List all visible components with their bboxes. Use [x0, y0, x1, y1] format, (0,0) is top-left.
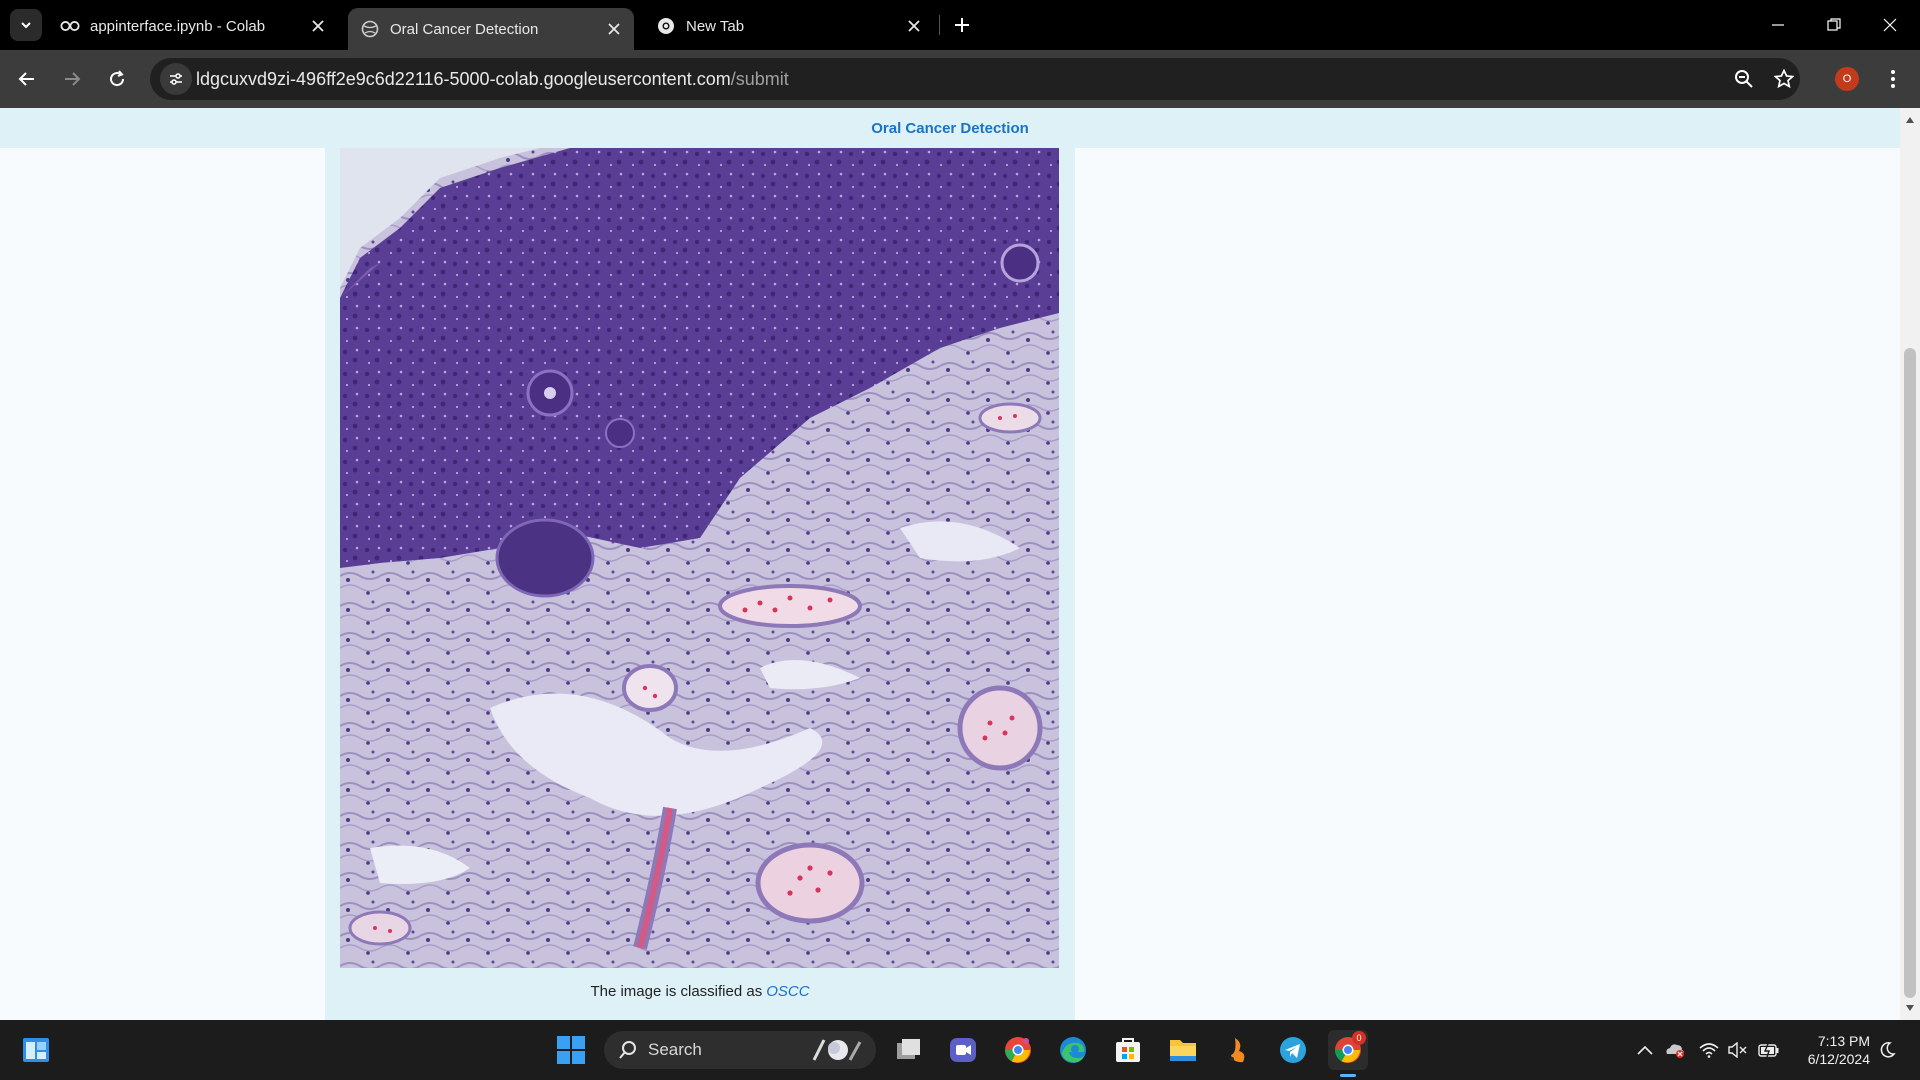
profile-avatar[interactable]: O — [1835, 67, 1859, 91]
tune-icon — [170, 73, 182, 85]
task-view-button[interactable] — [888, 1030, 928, 1070]
more-vert-icon — [1891, 70, 1895, 88]
plus-icon — [955, 18, 969, 32]
reload-icon — [110, 70, 125, 87]
close-icon[interactable] — [602, 17, 626, 41]
histopathology-image — [340, 148, 1059, 968]
tab-oral-cancer-detection[interactable]: Oral Cancer Detection — [348, 8, 634, 50]
chrome-canary-button[interactable] — [998, 1030, 1038, 1070]
battery-charging-icon — [1758, 1043, 1779, 1058]
start-button[interactable] — [551, 1030, 591, 1070]
bookmark-button[interactable] — [1768, 63, 1800, 95]
file-explorer-icon — [1170, 1040, 1196, 1061]
edge-icon — [1060, 1037, 1086, 1063]
site-info-button[interactable] — [160, 63, 192, 95]
scroll-up-arrow[interactable] — [1904, 114, 1916, 126]
pinned-app-button[interactable] — [1218, 1030, 1258, 1070]
tab-title: Oral Cancer Detection — [390, 20, 539, 38]
chrome-button[interactable]: 0 — [1328, 1030, 1368, 1070]
close-icon — [1883, 18, 1897, 32]
zoom-button[interactable] — [1728, 63, 1760, 95]
teams-button[interactable] — [943, 1030, 983, 1070]
arrow-left-icon — [18, 72, 34, 86]
teams-icon — [950, 1038, 976, 1062]
globe-icon — [360, 19, 380, 39]
windows-start-icon — [557, 1036, 585, 1064]
colab-icon — [60, 16, 80, 36]
url-host: ldgcuxvd9zi-496ff2e9c6d22116-5000-colab.… — [196, 69, 731, 89]
widgets-icon — [23, 1038, 49, 1062]
system-clock[interactable]: 7:13 PM 6/12/2024 — [1790, 1032, 1870, 1068]
scroll-down-arrow[interactable] — [1904, 1002, 1916, 1014]
tab-separator — [939, 15, 940, 35]
classification-result: The image is classified as OSCC — [325, 983, 1075, 1000]
restore-icon — [1827, 18, 1841, 31]
page-scrollbar[interactable] — [1900, 108, 1920, 1020]
page-header: Oral Cancer Detection — [0, 108, 1900, 148]
page-title: Oral Cancer Detection — [871, 119, 1029, 137]
widgets-button[interactable] — [16, 1030, 56, 1070]
tab-title: appinterface.ipynb - Colab — [90, 17, 266, 35]
tab-title: New Tab — [686, 17, 745, 35]
edge-button[interactable] — [1053, 1030, 1093, 1070]
volume-button[interactable] — [1726, 1039, 1748, 1061]
star-icon — [1774, 69, 1794, 89]
focus-button[interactable] — [1876, 1039, 1898, 1061]
caption-text: The image is classified as — [590, 983, 763, 1000]
chrome-icon — [656, 16, 676, 36]
battery-button[interactable] — [1758, 1039, 1780, 1061]
app-icon — [1230, 1038, 1245, 1063]
onedrive-tray-button[interactable] — [1664, 1039, 1686, 1061]
chevron-down-icon — [21, 22, 31, 29]
zoom-out-icon — [1735, 70, 1753, 88]
moon-icon — [1880, 1042, 1896, 1058]
menu-button[interactable] — [1876, 62, 1910, 96]
taskbar-search[interactable]: Search — [604, 1031, 876, 1069]
address-bar[interactable]: ldgcuxvd9zi-496ff2e9c6d22116-5000-colab.… — [150, 58, 1800, 100]
tab-colab[interactable]: appinterface.ipynb - Colab — [48, 8, 338, 44]
volume-muted-icon — [1728, 1042, 1747, 1058]
task-view-icon — [897, 1039, 920, 1059]
tab-new-tab[interactable]: New Tab — [644, 8, 934, 44]
chrome-canary-icon — [1004, 1037, 1031, 1063]
minimize-icon — [1772, 24, 1784, 26]
scrollbar-thumb[interactable] — [1904, 348, 1916, 998]
url-text[interactable]: ldgcuxvd9zi-496ff2e9c6d22116-5000-colab.… — [196, 69, 789, 90]
wifi-icon — [1699, 1043, 1719, 1058]
browser-toolbar: ldgcuxvd9zi-496ff2e9c6d22116-5000-colab.… — [0, 50, 1920, 108]
web-page: Oral Cancer Detection The image is class… — [0, 108, 1900, 1020]
back-button[interactable] — [10, 62, 44, 96]
show-hidden-icons-button[interactable] — [1634, 1039, 1656, 1061]
chevron-up-icon — [1637, 1045, 1653, 1055]
wifi-button[interactable] — [1698, 1039, 1720, 1061]
telegram-button[interactable] — [1273, 1030, 1313, 1070]
store-button[interactable] — [1108, 1030, 1148, 1070]
tab-search-button[interactable] — [10, 9, 42, 41]
telegram-icon — [1280, 1037, 1306, 1063]
close-icon[interactable] — [902, 14, 926, 38]
search-label: Search — [648, 1040, 702, 1059]
reload-button[interactable] — [100, 62, 134, 96]
search-icon — [619, 1041, 636, 1059]
forward-button[interactable] — [55, 62, 89, 96]
minimize-button[interactable] — [1750, 0, 1806, 50]
close-icon[interactable] — [306, 14, 330, 38]
tab-strip: appinterface.ipynb - Colab Oral Cancer D… — [0, 0, 1920, 50]
file-explorer-button[interactable] — [1163, 1030, 1203, 1070]
clock-date: 6/12/2024 — [1807, 1051, 1870, 1067]
window-close-button[interactable] — [1862, 0, 1918, 50]
onedrive-error-icon — [1666, 1044, 1684, 1058]
copilot-icon — [812, 1039, 862, 1061]
new-tab-button[interactable] — [948, 11, 976, 39]
taskbar: Search 0 7:13 PM 6/12/2024 — [0, 1020, 1920, 1080]
store-icon — [1116, 1038, 1140, 1062]
notification-badge: 0 — [1352, 1031, 1366, 1045]
arrow-right-icon — [65, 72, 81, 86]
classification-label: OSCC — [766, 983, 810, 1000]
url-path: /submit — [730, 69, 789, 89]
clock-time: 7:13 PM — [1817, 1033, 1870, 1049]
active-app-indicator — [1340, 1074, 1356, 1077]
restore-button[interactable] — [1806, 0, 1862, 50]
